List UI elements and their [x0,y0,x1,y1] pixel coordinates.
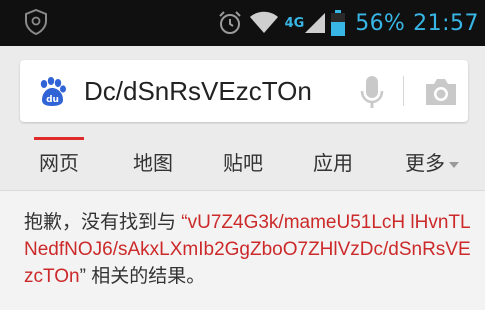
network-type: 4G [284,15,305,31]
clock: 21:57 [413,10,479,36]
microphone-icon[interactable] [358,74,386,110]
baidu-paw-icon[interactable]: du [36,76,68,108]
wifi-icon [249,11,279,35]
shield-icon [24,8,48,36]
signal-icon [305,11,326,35]
search-box[interactable]: du Dc/dSnRsVEzcTOn [20,60,468,122]
battery-percent: 56% [355,10,406,36]
no-results-message: 抱歉，没有找到与 “vU7Z4G3k/mameU51LcH lHvnTLNedf… [24,209,472,290]
tab-tieba[interactable]: 贴吧 [198,138,288,190]
battery-icon [331,10,346,36]
message-suffix: 相关的结果。 [91,266,206,287]
search-input[interactable]: Dc/dSnRsVEzcTOn [84,72,312,110]
tab-more[interactable]: 更多 [392,138,472,190]
tab-more-label: 更多 [405,151,445,175]
message-prefix: 抱歉，没有找到与 [24,212,177,233]
category-tabs: 网页 地图 贴吧 应用 更多 [0,137,485,191]
search-area: du Dc/dSnRsVEzcTOn [0,46,485,138]
close-quote: ” [79,266,86,287]
tab-apps[interactable]: 应用 [288,138,378,190]
results-area: 抱歉，没有找到与 “vU7Z4G3k/mameU51LcH lHvnTLNedf… [0,191,485,310]
status-bar: 4G 56% 21:57 [0,0,485,46]
divider [403,76,404,106]
tab-map[interactable]: 地图 [108,138,198,190]
camera-icon[interactable] [423,78,459,106]
alarm-icon [217,10,243,36]
svg-text:du: du [46,95,59,105]
chevron-down-icon [449,161,459,168]
tab-webpage[interactable]: 网页 [14,138,104,190]
